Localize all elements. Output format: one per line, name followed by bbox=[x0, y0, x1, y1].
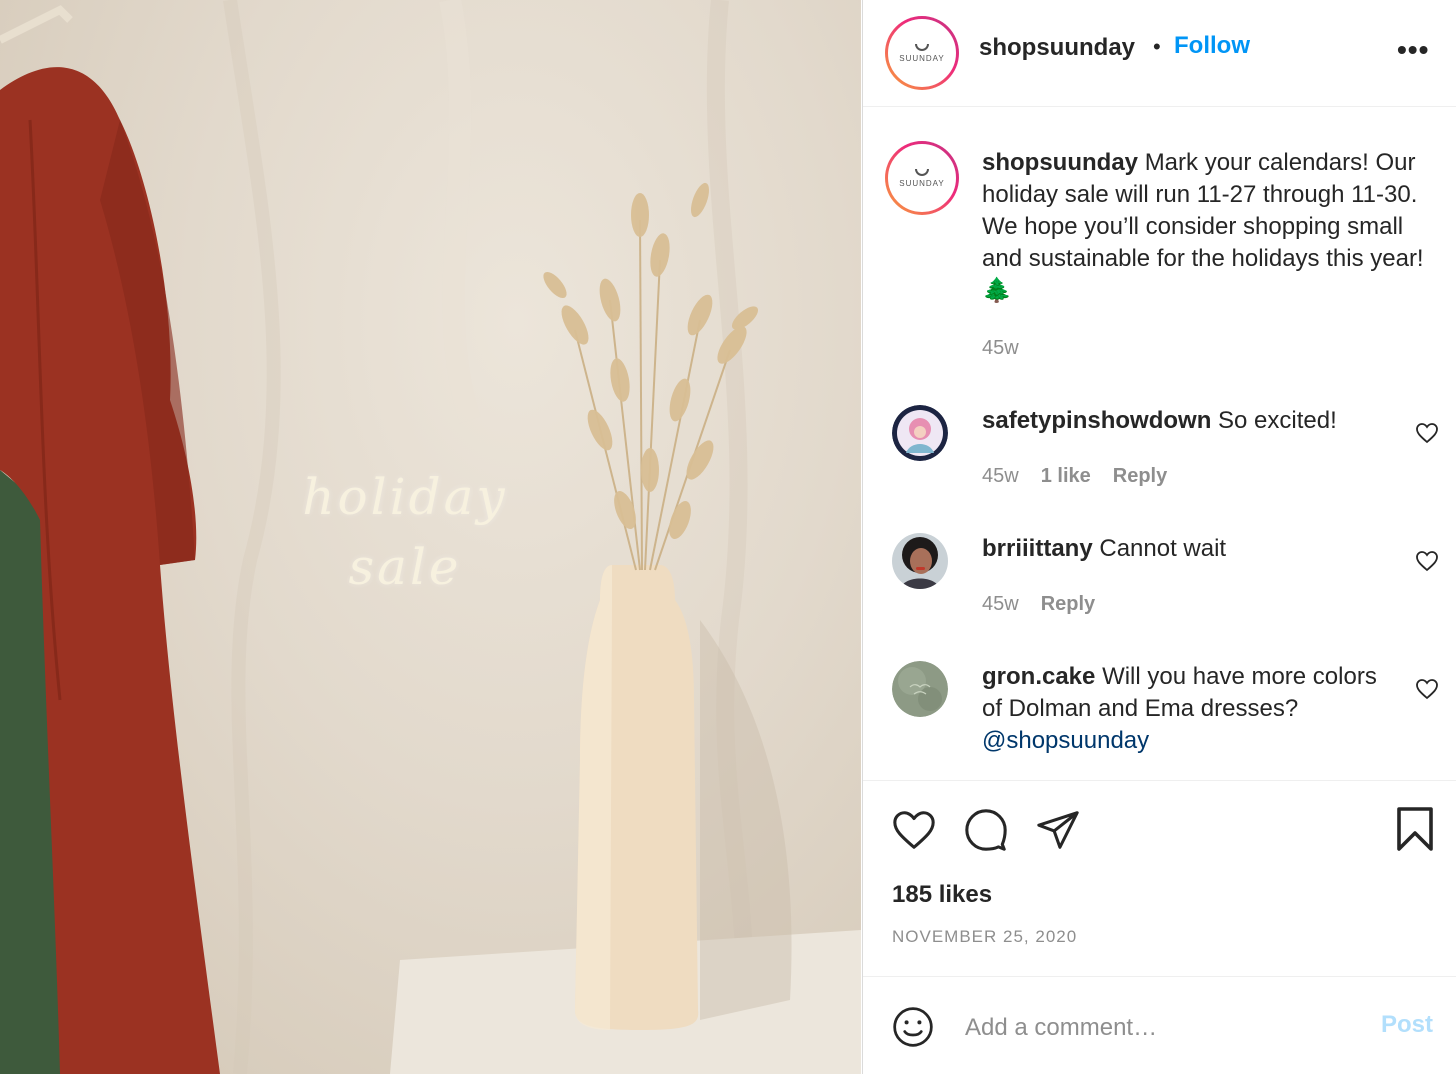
comment-icon[interactable] bbox=[963, 807, 1009, 853]
comment-meta: 45w Reply bbox=[982, 593, 1117, 616]
comment-text-block: safetypinshowdown So excited! bbox=[982, 405, 1402, 437]
avatar-logo-text: SUUNDAY bbox=[899, 53, 945, 63]
comments-section[interactable]: SUUNDAY shopsuunday Mark your calendars!… bbox=[863, 107, 1456, 780]
caption-meta: 45w bbox=[982, 337, 1019, 360]
emoji-icon[interactable] bbox=[891, 1005, 935, 1049]
comment-likes[interactable]: 1 like bbox=[1041, 465, 1091, 487]
avatar-logo-text: SUUNDAY bbox=[899, 178, 945, 188]
reply-button[interactable]: Reply bbox=[1113, 465, 1167, 487]
comment-text-block: brriiittany Cannot wait bbox=[982, 533, 1402, 565]
comment-time[interactable]: 45w bbox=[982, 465, 1019, 487]
post-date: NOVEMBER 25, 2020 bbox=[892, 927, 1078, 946]
bookmark-icon[interactable] bbox=[1393, 805, 1437, 853]
comment-avatar-brriiittany[interactable] bbox=[892, 533, 948, 589]
reply-button[interactable]: Reply bbox=[1041, 593, 1095, 615]
caption-time[interactable]: 45w bbox=[982, 337, 1019, 359]
share-icon[interactable] bbox=[1035, 807, 1081, 853]
post-actions: 185 likes NOVEMBER 25, 2020 bbox=[863, 780, 1456, 977]
likes-count[interactable]: 185 likes bbox=[892, 881, 992, 909]
comment-avatar-safetypinshowdown[interactable] bbox=[892, 405, 948, 461]
comment-meta: 45w 1 like Reply bbox=[982, 465, 1189, 488]
post-button[interactable]: Post bbox=[1381, 1011, 1433, 1039]
comment-avatar-gron-cake[interactable] bbox=[892, 661, 948, 717]
follow-button[interactable]: Follow bbox=[1174, 32, 1250, 60]
post-image[interactable]: holiday sale bbox=[0, 0, 861, 1074]
comment-text-block: gron.cake Will you have more colors of D… bbox=[982, 661, 1402, 757]
comment-username[interactable]: safetypinshowdown bbox=[982, 407, 1211, 434]
avatar-illustration-icon bbox=[892, 405, 948, 461]
comment-username[interactable]: brriiittany bbox=[982, 535, 1093, 562]
brand-logo-icon bbox=[915, 168, 929, 176]
separator-dot: • bbox=[1153, 34, 1161, 59]
comment-text: So excited! bbox=[1218, 407, 1337, 434]
caption-username[interactable]: shopsuunday bbox=[982, 149, 1138, 176]
avatar-logo-icon bbox=[892, 661, 948, 717]
comment-like-heart-icon[interactable] bbox=[1415, 677, 1439, 701]
image-text-line2: sale bbox=[348, 538, 462, 596]
caption-text-block: shopsuunday Mark your calendars! Our hol… bbox=[982, 147, 1434, 307]
image-text: holiday sale bbox=[300, 462, 510, 602]
comment-like-heart-icon[interactable] bbox=[1415, 549, 1439, 573]
more-icon[interactable]: ••• bbox=[1397, 34, 1429, 66]
avatar-photo-icon bbox=[892, 533, 948, 589]
post-header: SUUNDAY shopsuunday • Follow ••• bbox=[863, 0, 1456, 107]
image-text-line1: holiday bbox=[302, 468, 508, 526]
post-side-panel: SUUNDAY shopsuunday • Follow ••• SUUNDAY… bbox=[862, 0, 1456, 1074]
header-avatar[interactable]: SUUNDAY bbox=[885, 16, 959, 90]
comment-username[interactable]: gron.cake bbox=[982, 663, 1095, 690]
comment-input[interactable] bbox=[963, 1007, 1347, 1049]
brand-logo-icon bbox=[915, 43, 929, 51]
caption-avatar[interactable]: SUUNDAY bbox=[885, 141, 959, 215]
comment-time[interactable]: 45w bbox=[982, 593, 1019, 615]
comment-like-heart-icon[interactable] bbox=[1415, 421, 1439, 445]
comment-text: Cannot wait bbox=[1099, 535, 1227, 562]
header-username[interactable]: shopsuunday bbox=[979, 34, 1135, 62]
add-comment-bar: Post bbox=[863, 976, 1456, 1075]
comment-mention-link[interactable]: @shopsuunday bbox=[982, 727, 1149, 754]
heart-icon[interactable] bbox=[891, 807, 937, 853]
